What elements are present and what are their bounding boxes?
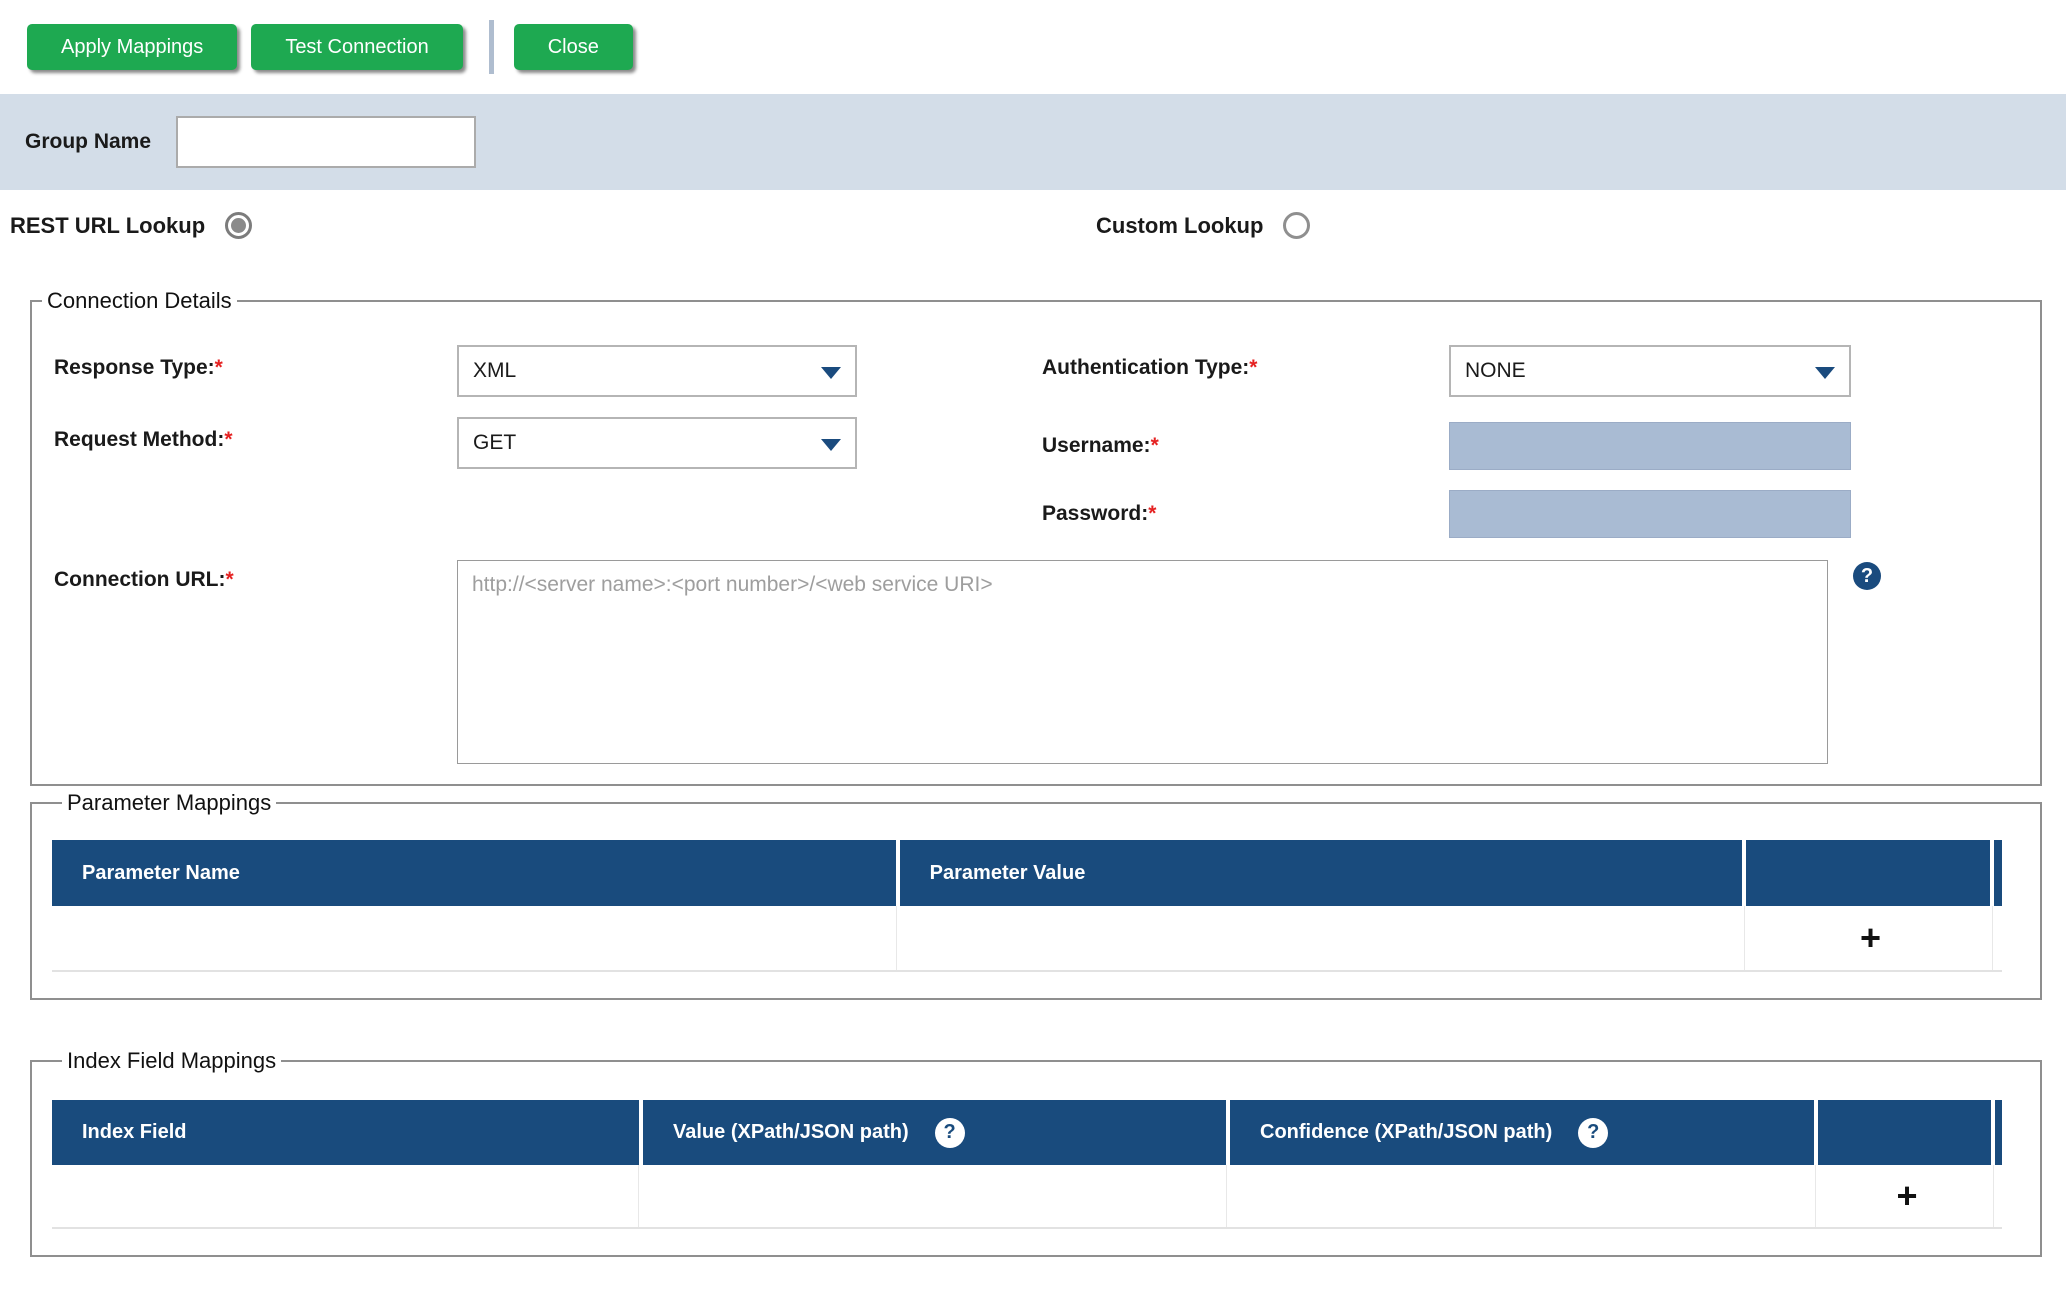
parameter-mappings-table: Parameter Name Parameter Value +: [52, 840, 2002, 972]
column-header-index-field: Index Field: [52, 1100, 639, 1165]
username-label: Username:*: [1042, 434, 1159, 458]
add-parameter-button[interactable]: +: [1860, 920, 1881, 956]
group-name-input[interactable]: [176, 116, 476, 168]
table-header-spacer: [1995, 1100, 2002, 1165]
parameter-mappings-legend: Parameter Mappings: [62, 790, 276, 816]
toolbar-divider: [489, 20, 494, 74]
required-marker: *: [215, 356, 223, 379]
table-row: +: [52, 1165, 2002, 1229]
chevron-down-icon: [821, 367, 841, 379]
authentication-type-label: Authentication Type:*: [1042, 356, 1257, 380]
required-marker: *: [225, 568, 233, 591]
required-marker: *: [1249, 356, 1257, 379]
response-type-label: Response Type:*: [54, 356, 223, 380]
group-name-bar: Group Name: [0, 94, 2066, 190]
column-header-parameter-name: Parameter Name: [52, 840, 896, 906]
action-cell: +: [1821, 1165, 1994, 1227]
apply-mappings-button[interactable]: Apply Mappings: [27, 24, 237, 70]
value-path-cell: [644, 1165, 1227, 1227]
column-header-value-path: Value (XPath/JSON path) ?: [643, 1100, 1226, 1165]
connection-details-legend: Connection Details: [42, 288, 237, 314]
toolbar: Apply Mappings Test Connection Close: [0, 0, 2066, 94]
add-index-field-button[interactable]: +: [1896, 1178, 1917, 1214]
confidence-path-cell: [1232, 1165, 1816, 1227]
rest-url-lookup-radio[interactable]: [225, 212, 252, 239]
password-field: [1449, 490, 1851, 538]
rest-lookup-dialog: Apply Mappings Test Connection Close Gro…: [0, 0, 2066, 1308]
column-header-confidence-path: Confidence (XPath/JSON path) ?: [1230, 1100, 1814, 1165]
custom-lookup-label: Custom Lookup: [1096, 213, 1263, 239]
column-header-actions: [1746, 840, 1990, 906]
index-field-mappings-section: Index Field Mappings Index Field Value (…: [30, 1048, 2042, 1257]
chevron-down-icon: [821, 439, 841, 451]
test-connection-button[interactable]: Test Connection: [251, 24, 462, 70]
rest-url-lookup-label: REST URL Lookup: [10, 213, 205, 239]
username-field: [1449, 422, 1851, 470]
index-field-mappings-legend: Index Field Mappings: [62, 1048, 281, 1074]
table-header-row: Index Field Value (XPath/JSON path) ? Co…: [52, 1100, 2002, 1165]
connection-url-label: Connection URL:*: [54, 568, 234, 592]
parameter-value-cell: [901, 906, 1745, 970]
authentication-type-value: NONE: [1465, 359, 1526, 383]
required-marker: *: [1148, 502, 1156, 525]
authentication-type-select[interactable]: NONE: [1449, 345, 1851, 397]
parameter-mappings-section: Parameter Mappings Parameter Name Parame…: [30, 790, 2042, 1000]
help-icon[interactable]: ?: [1853, 562, 1881, 590]
connection-url-input[interactable]: [457, 560, 1828, 764]
required-marker: *: [1151, 434, 1159, 457]
column-header-actions: [1818, 1100, 1991, 1165]
table-header-spacer: [1994, 840, 2002, 906]
custom-lookup-option[interactable]: Custom Lookup: [1096, 212, 1310, 239]
response-type-select[interactable]: XML: [457, 345, 857, 397]
custom-lookup-radio[interactable]: [1283, 212, 1310, 239]
close-button[interactable]: Close: [514, 24, 633, 70]
help-icon[interactable]: ?: [1578, 1118, 1608, 1148]
request-method-value: GET: [473, 431, 516, 455]
request-method-select[interactable]: GET: [457, 417, 857, 469]
chevron-down-icon: [1815, 367, 1835, 379]
password-label: Password:*: [1042, 502, 1156, 526]
action-cell: +: [1749, 906, 1993, 970]
group-name-label: Group Name: [25, 130, 151, 154]
rest-url-lookup-option[interactable]: REST URL Lookup: [10, 212, 252, 239]
index-field-cell: [52, 1165, 639, 1227]
request-method-label: Request Method:*: [54, 428, 233, 452]
column-header-parameter-value: Parameter Value: [900, 840, 1743, 906]
parameter-name-cell: [52, 906, 897, 970]
lookup-type-row: REST URL Lookup Custom Lookup: [0, 190, 2066, 288]
help-icon[interactable]: ?: [935, 1118, 965, 1148]
required-marker: *: [224, 428, 232, 451]
response-type-value: XML: [473, 359, 516, 383]
connection-details-section: Connection Details Response Type:* XML R…: [30, 288, 2042, 786]
index-field-mappings-table: Index Field Value (XPath/JSON path) ? Co…: [52, 1100, 2002, 1229]
table-header-row: Parameter Name Parameter Value: [52, 840, 2002, 906]
table-row: +: [52, 906, 2002, 972]
